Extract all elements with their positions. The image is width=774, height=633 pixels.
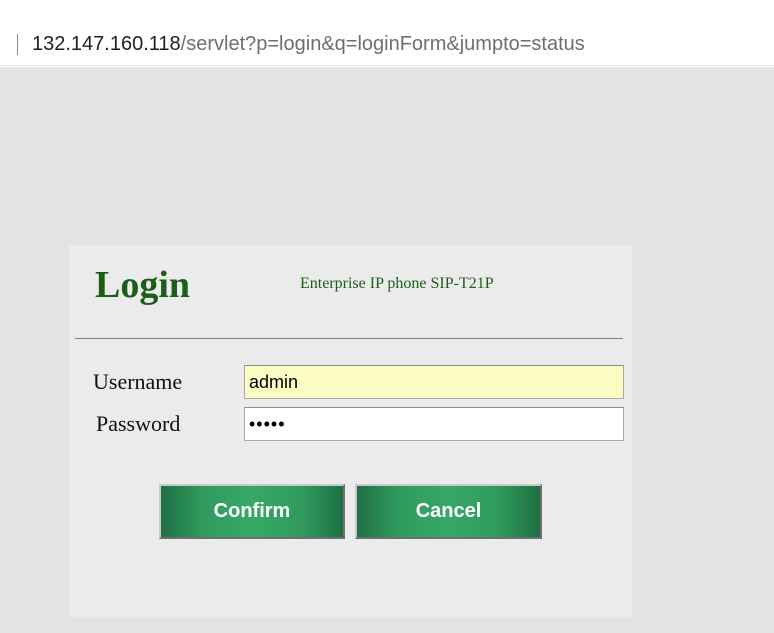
address-bar-divider <box>17 34 18 55</box>
password-input[interactable] <box>244 407 624 441</box>
login-title: Login <box>95 264 191 306</box>
address-bar[interactable]: 132.147.160.118/servlet?p=login&q=loginF… <box>0 14 774 66</box>
confirm-button[interactable]: Confirm <box>159 484 345 539</box>
login-panel: Login Enterprise IP phone SIP-T21P Usern… <box>69 245 632 617</box>
header-divider <box>75 338 623 339</box>
username-label: Username <box>93 369 183 394</box>
password-label: Password <box>96 411 181 436</box>
browser-top-strip <box>0 0 774 12</box>
username-input[interactable] <box>244 365 624 399</box>
device-model-subtitle: Enterprise IP phone SIP-T21P <box>300 275 494 292</box>
address-url-path: /servlet?p=login&q=loginForm&jumpto=stat… <box>180 33 585 55</box>
address-url-host: 132.147.160.118 <box>32 33 181 55</box>
address-url[interactable]: 132.147.160.118/servlet?p=login&q=loginF… <box>32 30 585 58</box>
cancel-button[interactable]: Cancel <box>355 484 542 539</box>
